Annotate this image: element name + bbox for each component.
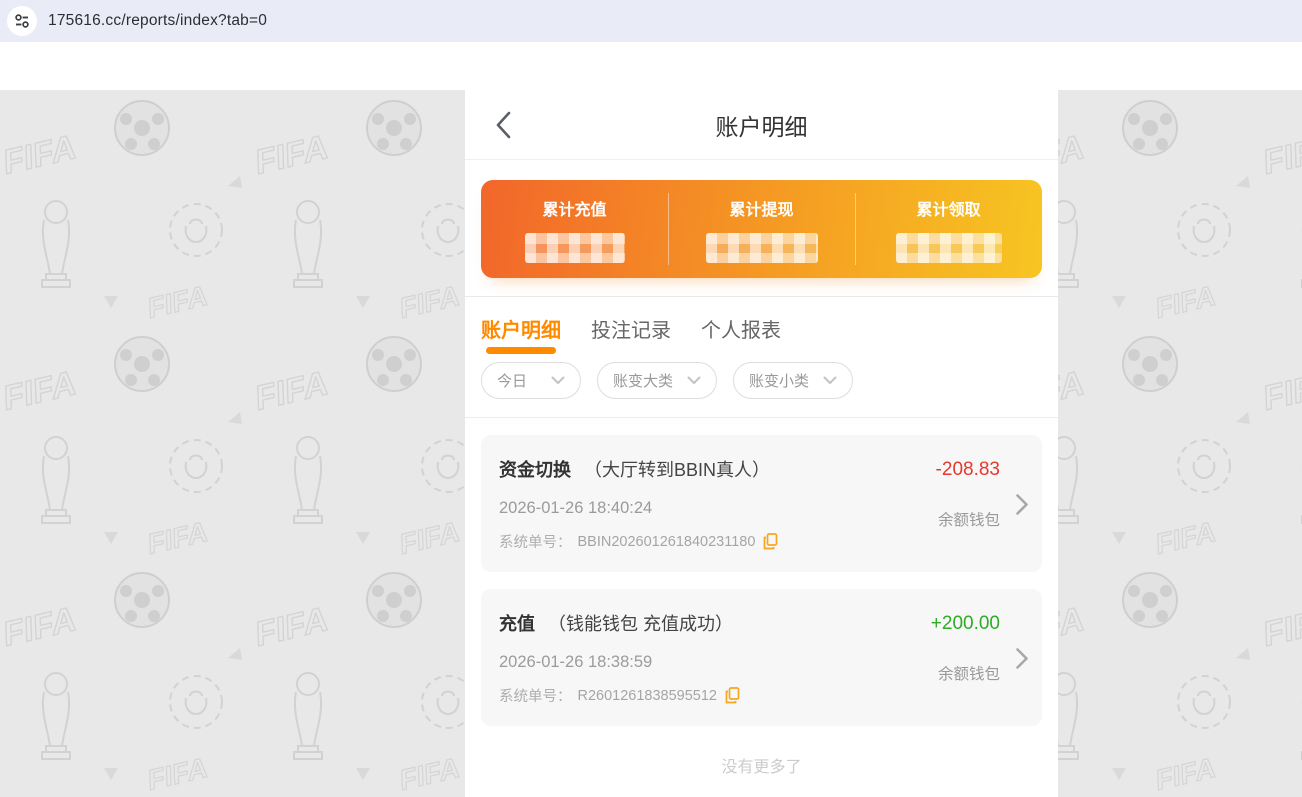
stat-label: 累计提现: [729, 196, 793, 220]
stat-label: 累计充值: [542, 196, 606, 220]
stat-total-claim: 累计领取: [855, 180, 1042, 278]
transaction-type: 充值: [499, 614, 535, 634]
transaction-amount-block: -208.83 余额钱包: [936, 459, 1000, 530]
stat-total-withdraw: 累计提现: [668, 180, 855, 278]
active-tab-indicator: [486, 347, 556, 354]
filter-label: 账变大类: [613, 370, 673, 391]
copy-icon[interactable]: [763, 533, 778, 550]
account-detail-panel: 账户明细 累计充值 累计提现 累计领取 账户明细: [465, 90, 1058, 797]
stat-total-deposit: 累计充值: [481, 180, 668, 278]
filter-label: 账变小类: [749, 370, 809, 391]
order-label: 系统单号：: [499, 685, 572, 706]
transaction-row[interactable]: 充值 （钱能钱包 充值成功） 2026-01-26 18:38:59 系统单号：…: [481, 589, 1042, 726]
stat-value-blurred: [525, 233, 625, 263]
page-title: 账户明细: [716, 108, 808, 142]
chevron-down-icon: [823, 376, 837, 385]
stat-label: 累计领取: [916, 196, 980, 220]
chevron-right-icon: [1015, 493, 1029, 521]
page-header: 账户明细: [465, 90, 1058, 160]
chevron-right-icon: [1015, 647, 1029, 675]
chevron-down-icon: [551, 376, 565, 385]
transaction-subtitle: （大厅转到BBIN真人）: [584, 460, 770, 480]
filter-bar: 今日 账变大类 账变小类: [465, 356, 1058, 418]
copy-icon[interactable]: [725, 687, 740, 704]
transaction-amount: -208.83: [936, 459, 1000, 481]
filter-date-dropdown[interactable]: 今日: [481, 362, 581, 399]
tabs-section: 账户明细 投注记录 个人报表: [465, 296, 1058, 356]
stats-summary-card: 累计充值 累计提现 累计领取: [481, 180, 1042, 278]
transaction-subtitle: （钱能钱包 充值成功）: [548, 614, 733, 634]
back-button[interactable]: [493, 110, 515, 140]
wallet-name: 余额钱包: [936, 508, 1000, 530]
order-number: BBIN202601261840231180: [578, 534, 756, 550]
tab-label: 账户明细: [481, 320, 561, 342]
url-text[interactable]: 175616.cc/reports/index?tab=0: [48, 12, 267, 30]
order-number: R2601261838595512: [578, 688, 718, 704]
order-label: 系统单号：: [499, 531, 572, 552]
transaction-amount: +200.00: [931, 613, 1000, 635]
filter-major-type-dropdown[interactable]: 账变大类: [597, 362, 717, 399]
transaction-type: 资金切换: [499, 460, 571, 480]
browser-address-bar[interactable]: 175616.cc/reports/index?tab=0: [0, 0, 1302, 42]
transaction-row[interactable]: 资金切换 （大厅转到BBIN真人） 2026-01-26 18:40:24 系统…: [481, 435, 1042, 572]
filter-minor-type-dropdown[interactable]: 账变小类: [733, 362, 853, 399]
transaction-order-row: 系统单号： BBIN202601261840231180: [499, 531, 1024, 552]
wallet-name: 余额钱包: [931, 662, 1000, 684]
tab-account-detail[interactable]: 账户明细: [481, 314, 561, 356]
tab-bar: 账户明细 投注记录 个人报表: [481, 297, 1042, 356]
transaction-amount-block: +200.00 余额钱包: [931, 613, 1000, 684]
tab-bet-records[interactable]: 投注记录: [591, 314, 671, 356]
chevron-down-icon: [687, 376, 701, 385]
no-more-indicator: 没有更多了: [465, 753, 1058, 777]
filter-label: 今日: [497, 370, 527, 391]
page: 175616.cc/reports/index?tab=0 FIFA FIFA: [0, 0, 1302, 797]
tab-personal-report[interactable]: 个人报表: [701, 314, 781, 356]
site-info-icon[interactable]: [7, 6, 37, 36]
stat-value-blurred: [896, 233, 1002, 263]
stat-value-blurred: [706, 233, 818, 263]
transaction-order-row: 系统单号： R2601261838595512: [499, 685, 1024, 706]
